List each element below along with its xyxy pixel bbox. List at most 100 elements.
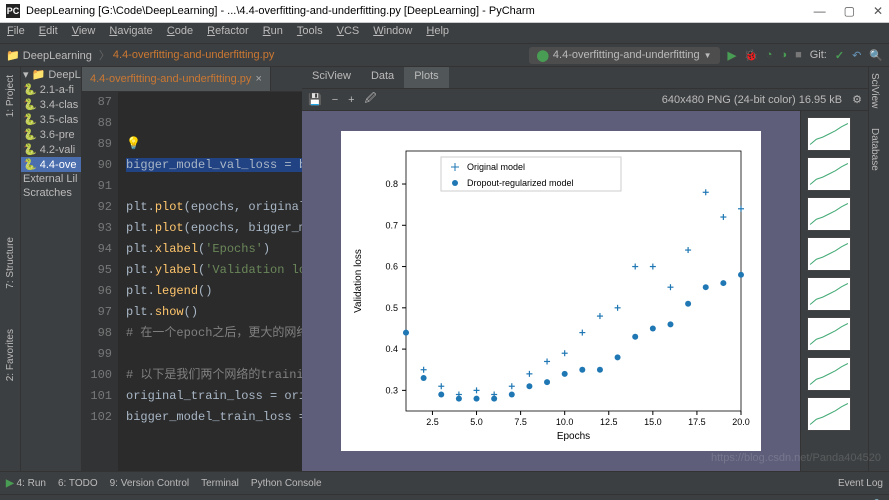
menu-file[interactable]: File: [0, 23, 32, 43]
svg-text:2.5: 2.5: [426, 417, 439, 427]
zoom-out-icon[interactable]: −: [332, 94, 338, 106]
plot-thumbnail[interactable]: [807, 117, 851, 151]
terminal-tool[interactable]: Terminal: [201, 478, 239, 489]
git-label: Git:: [810, 49, 827, 61]
tree-item[interactable]: 🐍 4.2-vali: [21, 142, 81, 157]
run-button[interactable]: ▶: [728, 49, 736, 62]
plot-thumbnail[interactable]: [807, 277, 851, 311]
menu-tools[interactable]: Tools: [290, 23, 330, 43]
save-icon[interactable]: 💾: [308, 93, 322, 106]
svg-text:0.8: 0.8: [385, 179, 398, 189]
svg-text:5.0: 5.0: [470, 417, 483, 427]
svg-text:20.0: 20.0: [732, 417, 750, 427]
menu-window[interactable]: Window: [366, 23, 419, 43]
code-editor[interactable]: 87 88 89 90 91 92 93 94 95 96 97 98 99 1…: [82, 92, 302, 471]
database-tool-button[interactable]: Database: [869, 128, 880, 171]
favorites-tool-button[interactable]: 2: Favorites: [5, 329, 16, 381]
scratches[interactable]: Scratches: [21, 186, 81, 200]
sciview-tool-button[interactable]: SciView: [869, 73, 880, 108]
plot-thumbnail[interactable]: [807, 157, 851, 191]
tree-item[interactable]: 🐍 3.6-pre: [21, 127, 81, 142]
tree-item[interactable]: 🐍 2.1-a-fi: [21, 82, 81, 97]
menu-edit[interactable]: Edit: [32, 23, 65, 43]
svg-text:10.0: 10.0: [556, 417, 574, 427]
project-tree[interactable]: ▾ 📁 DeepLearn 🐍 2.1-a-fi 🐍 3.4-clas 🐍 3.…: [21, 67, 82, 471]
coverage-button[interactable]: ◔: [766, 49, 773, 61]
svg-text:0.4: 0.4: [385, 344, 398, 354]
structure-tool-button[interactable]: 7: Structure: [5, 237, 16, 289]
python-console-tool[interactable]: Python Console: [251, 478, 322, 489]
crop-icon[interactable]: 🖉: [365, 90, 377, 109]
editor-tab[interactable]: 4.4-overfitting-and-underfitting.py ×: [82, 67, 271, 91]
line-gutter: 87 88 89 90 91 92 93 94 95 96 97 98 99 1…: [82, 92, 118, 471]
status-bar: 90:1 CRLF UTF-8 4 spaces Git: master Pyt…: [0, 494, 889, 500]
run-config-selector[interactable]: ⬤ 4.4-overfitting-and-underfitting ▼: [529, 47, 720, 64]
profile-button[interactable]: ◑: [780, 49, 787, 61]
sciview-tab-plots[interactable]: Plots: [404, 67, 448, 88]
watermark: https://blog.csdn.net/Panda404520: [711, 452, 881, 464]
svg-text:0.6: 0.6: [385, 262, 398, 272]
close-button[interactable]: ✕: [873, 4, 883, 18]
menu-vcs[interactable]: VCS: [330, 23, 367, 43]
menu-view[interactable]: View: [65, 23, 103, 43]
menu-help[interactable]: Help: [419, 23, 456, 43]
tree-item[interactable]: 🐍 4.4-ove: [21, 157, 81, 172]
run-tool[interactable]: ▶ 4: Run: [6, 478, 46, 489]
sciview-tabs: SciViewDataPlots: [302, 67, 868, 89]
svg-text:0.3: 0.3: [385, 385, 398, 395]
plot-thumbnail[interactable]: [807, 197, 851, 231]
project-tool-button[interactable]: 1: Project: [5, 75, 16, 117]
event-log[interactable]: Event Log: [838, 478, 883, 489]
svg-text:0.7: 0.7: [385, 220, 398, 230]
vcs-commit-icon[interactable]: ↶: [852, 49, 861, 62]
menu-refactor[interactable]: Refactor: [200, 23, 256, 43]
menu-code[interactable]: Code: [160, 23, 200, 43]
window-title: DeepLearning [G:\Code\DeepLearning] - ..…: [26, 5, 535, 17]
zoom-in-icon[interactable]: +: [348, 94, 354, 106]
nav-bar: 📁 DeepLearning 〉 4.4-overfitting-and-und…: [0, 44, 889, 67]
plot-thumbnails[interactable]: [800, 111, 868, 471]
window-titlebar: PC DeepLearning [G:\Code\DeepLearning] -…: [0, 0, 889, 23]
plot-thumbnail[interactable]: [807, 317, 851, 351]
plot-image[interactable]: 2.55.07.510.012.515.017.520.00.30.40.50.…: [341, 131, 761, 451]
menubar: FileEditViewNavigateCodeRefactorRunTools…: [0, 23, 889, 44]
stop-button[interactable]: ■: [795, 49, 802, 61]
close-tab-icon[interactable]: ×: [255, 73, 261, 85]
project-root[interactable]: ▾ 📁 DeepLearn: [21, 67, 81, 82]
image-info: 640x480 PNG (24-bit color) 16.95 kB: [662, 94, 842, 106]
external-libs[interactable]: External Lil: [21, 172, 81, 186]
svg-text:Epochs: Epochs: [557, 431, 590, 442]
plot-thumbnail[interactable]: [807, 397, 851, 431]
vcs-update-icon[interactable]: ✓: [835, 49, 844, 62]
sciview-panel: SciViewDataPlots 💾 − + 🖉 640x480 PNG (24…: [302, 67, 868, 471]
gear-icon[interactable]: ⚙: [852, 93, 862, 106]
tree-item[interactable]: 🐍 3.4-clas: [21, 97, 81, 112]
breadcrumb-file[interactable]: 4.4-overfitting-and-underfitting.py: [113, 49, 274, 61]
minimize-button[interactable]: —: [814, 4, 826, 18]
svg-text:Original model: Original model: [467, 162, 525, 172]
svg-text:Dropout-regularized model: Dropout-regularized model: [467, 178, 574, 188]
plot-thumbnail[interactable]: [807, 357, 851, 391]
menu-navigate[interactable]: Navigate: [102, 23, 159, 43]
todo-tool[interactable]: 6: TODO: [58, 478, 98, 489]
sciview-tab-data[interactable]: Data: [361, 67, 404, 88]
maximize-button[interactable]: ▢: [844, 4, 855, 18]
plot-toolbar: 💾 − + 🖉 640x480 PNG (24-bit color) 16.95…: [302, 89, 868, 111]
debug-button[interactable]: 🐞: [744, 49, 758, 62]
vcs-tool[interactable]: 9: Version Control: [110, 478, 190, 489]
menu-run[interactable]: Run: [256, 23, 290, 43]
sciview-tab-sciview[interactable]: SciView: [302, 67, 361, 88]
search-icon[interactable]: 🔍: [869, 49, 883, 62]
tree-item[interactable]: 🐍 3.5-clas: [21, 112, 81, 127]
svg-text:12.5: 12.5: [600, 417, 618, 427]
left-tool-stripe: 1: Project 7: Structure 2: Favorites: [0, 67, 21, 471]
right-tool-stripe: SciView Database: [868, 67, 889, 471]
plot-thumbnail[interactable]: [807, 237, 851, 271]
svg-text:0.5: 0.5: [385, 303, 398, 313]
svg-text:Validation loss: Validation loss: [353, 249, 364, 313]
svg-text:7.5: 7.5: [514, 417, 527, 427]
tool-window-bar: ▶ 4: Run 6: TODO 9: Version Control Term…: [0, 471, 889, 494]
breadcrumb-project[interactable]: 📁 DeepLearning: [6, 49, 92, 62]
app-icon: PC: [6, 4, 20, 18]
svg-text:17.5: 17.5: [688, 417, 706, 427]
